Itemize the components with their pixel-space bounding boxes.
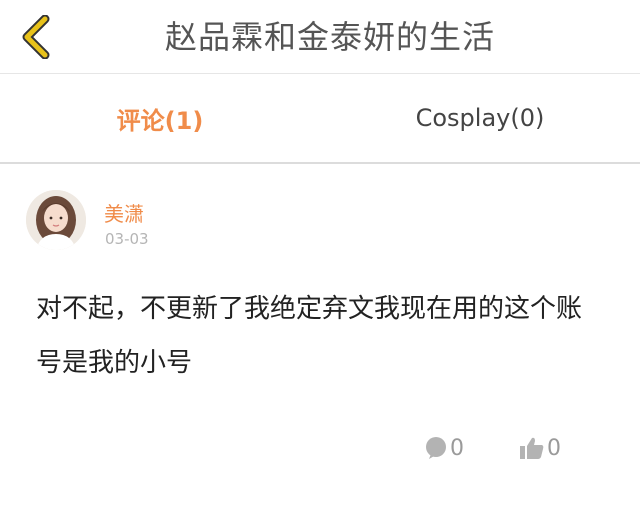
- comment-date: 03-03: [105, 230, 149, 248]
- comment-item: 美潇 03-03 对不起，不更新了我绝定弃文我现在用的这个账号是我的小号 0 0: [0, 164, 640, 518]
- tab-cosplay[interactable]: Cosplay(0): [320, 74, 640, 162]
- comment-username[interactable]: 美潇: [104, 198, 144, 227]
- like-count: 0: [547, 435, 561, 461]
- reply-button[interactable]: 0: [424, 428, 464, 468]
- like-button[interactable]: 0: [519, 428, 561, 468]
- tab-bar: 评论(1) Cosplay(0): [0, 74, 640, 164]
- page-title: 赵品霖和金泰妍的生活: [164, 18, 495, 56]
- tab-comments[interactable]: 评论(1): [0, 74, 320, 162]
- thumbs-up-icon: [519, 436, 547, 460]
- reply-count: 0: [450, 435, 464, 461]
- comment-bubble-icon: [424, 436, 450, 460]
- comment-text: 对不起，不更新了我绝定弃文我现在用的这个账号是我的小号: [36, 294, 583, 378]
- avatar[interactable]: [26, 190, 86, 250]
- comment-actions: 0 0: [0, 428, 640, 468]
- top-bar: 赵品霖和金泰妍的生活: [0, 0, 640, 74]
- comment-page: 赵品霖和金泰妍的生活 评论(1) Cosplay(0) 美潇 03-03 对不起…: [0, 0, 640, 518]
